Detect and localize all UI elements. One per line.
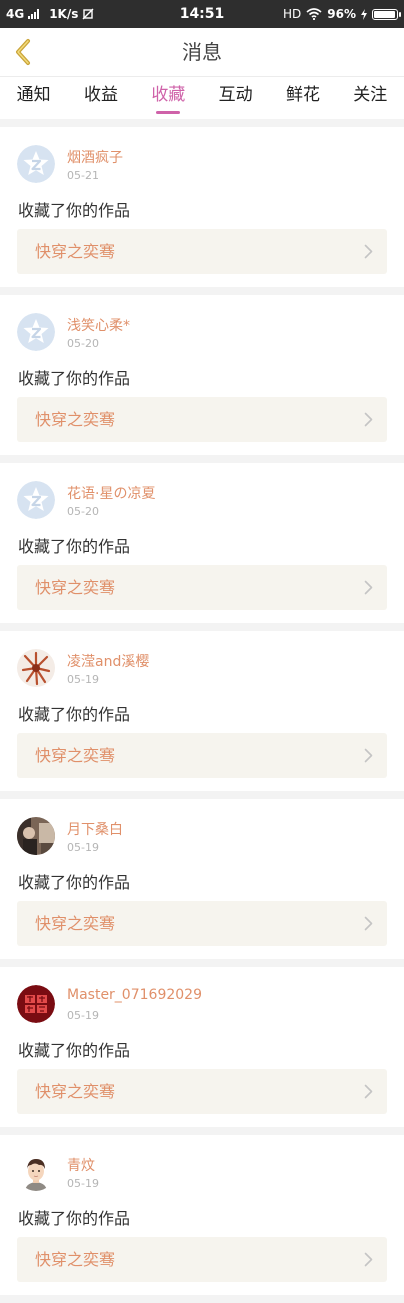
action-text: 收藏了你的作品 xyxy=(18,369,131,388)
avatar[interactable] xyxy=(17,1153,55,1191)
tab-label: 收藏 xyxy=(151,85,186,105)
action-text: 收藏了你的作品 xyxy=(18,537,131,556)
message-date: 05-21 xyxy=(67,169,99,182)
active-tab-indicator xyxy=(156,111,181,114)
message-date: 05-19 xyxy=(67,673,99,686)
tab-label: 通知 xyxy=(16,85,51,105)
page-title: 消息 xyxy=(182,40,222,64)
message-date: 05-20 xyxy=(67,337,99,350)
chevron-right-icon xyxy=(364,1084,373,1099)
message-list: 烟酒疯子 05-21 收藏了你的作品 快穿之奕骞 浅笑心柔* 05-20 收藏了你的作品 快穿… xyxy=(0,127,404,1303)
avatar[interactable] xyxy=(17,145,55,183)
work-title: 快穿之奕骞 xyxy=(35,1082,116,1101)
work-link[interactable]: 快穿之奕骞 xyxy=(17,901,387,946)
username[interactable]: 月下桑白 xyxy=(67,819,123,839)
tab-4[interactable]: 鲜花 xyxy=(269,77,336,119)
username[interactable]: Master_071692029 xyxy=(67,987,202,1003)
chevron-right-icon xyxy=(364,916,373,931)
action-text: 收藏了你的作品 xyxy=(18,705,131,724)
network-type: 4G xyxy=(6,7,25,21)
tab-bar: 通知 收益 收藏 互动 鲜花 关注 xyxy=(0,77,404,119)
action-text: 收藏了你的作品 xyxy=(18,201,131,220)
message-date: 05-19 xyxy=(67,1009,99,1022)
username[interactable]: 凌滢and溪樱 xyxy=(67,651,149,671)
work-link[interactable]: 快穿之奕骞 xyxy=(17,733,387,778)
work-link[interactable]: 快穿之奕骞 xyxy=(17,1237,387,1282)
work-title: 快穿之奕骞 xyxy=(35,242,116,261)
action-text: 收藏了你的作品 xyxy=(18,1041,131,1060)
mute-icon xyxy=(82,8,94,20)
network-speed: 1K/s xyxy=(49,7,79,21)
tab-label: 关注 xyxy=(353,85,388,105)
chevron-right-icon xyxy=(364,1252,373,1267)
message-card: 青炆 05-19 收藏了你的作品 快穿之奕骞 xyxy=(0,1135,404,1295)
avatar[interactable] xyxy=(17,817,55,855)
action-text: 收藏了你的作品 xyxy=(18,1209,131,1228)
message-card: 浅笑心柔* 05-20 收藏了你的作品 快穿之奕骞 xyxy=(0,295,404,455)
battery-percent: 96% xyxy=(327,7,356,21)
tab-label: 收益 xyxy=(83,85,118,105)
action-text: 收藏了你的作品 xyxy=(18,873,131,892)
battery-icon xyxy=(372,8,401,20)
username[interactable]: 花语·星の凉夏 xyxy=(67,483,155,503)
username[interactable]: 浅笑心柔* xyxy=(67,315,130,335)
message-card: 月下桑白 05-19 收藏了你的作品 快穿之奕骞 xyxy=(0,799,404,959)
tab-5[interactable]: 关注 xyxy=(337,77,404,119)
chevron-right-icon xyxy=(364,412,373,427)
work-title: 快穿之奕骞 xyxy=(35,578,116,597)
username[interactable]: 青炆 xyxy=(67,1155,95,1175)
wifi-icon xyxy=(306,8,322,20)
message-card: Master_071692029 05-19 收藏了你的作品 快穿之奕骞 xyxy=(0,967,404,1127)
charging-icon xyxy=(361,8,367,20)
app-header: 消息 xyxy=(0,28,404,77)
tab-label: 互动 xyxy=(218,85,253,105)
status-bar: 4G 1K/s 14:51 HD 96% xyxy=(0,0,404,28)
avatar[interactable] xyxy=(17,313,55,351)
chevron-right-icon xyxy=(364,748,373,763)
work-link[interactable]: 快穿之奕骞 xyxy=(17,1069,387,1114)
work-title: 快穿之奕骞 xyxy=(35,1250,116,1269)
work-title: 快穿之奕骞 xyxy=(35,914,116,933)
chevron-right-icon xyxy=(364,244,373,259)
avatar[interactable] xyxy=(17,649,55,687)
username[interactable]: 烟酒疯子 xyxy=(67,147,123,167)
message-date: 05-20 xyxy=(67,505,99,518)
message-card: 烟酒疯子 05-21 收藏了你的作品 快穿之奕骞 xyxy=(0,127,404,287)
chevron-right-icon xyxy=(364,580,373,595)
hd-indicator: HD xyxy=(283,7,302,21)
tab-3[interactable]: 互动 xyxy=(202,77,269,119)
message-card: 凌滢and溪樱 05-19 收藏了你的作品 快穿之奕骞 xyxy=(0,631,404,791)
message-card: 花语·星の凉夏 05-20 收藏了你的作品 快穿之奕骞 xyxy=(0,463,404,623)
message-date: 05-19 xyxy=(67,841,99,854)
signal-icon xyxy=(28,9,40,19)
work-link[interactable]: 快穿之奕骞 xyxy=(17,229,387,274)
avatar[interactable] xyxy=(17,985,55,1023)
avatar[interactable] xyxy=(17,481,55,519)
work-link[interactable]: 快穿之奕骞 xyxy=(17,565,387,610)
message-date: 05-19 xyxy=(67,1177,99,1190)
work-title: 快穿之奕骞 xyxy=(35,410,116,429)
work-title: 快穿之奕骞 xyxy=(35,746,116,765)
tab-0[interactable]: 通知 xyxy=(0,77,67,119)
tab-2[interactable]: 收藏 xyxy=(135,77,202,119)
tab-1[interactable]: 收益 xyxy=(67,77,134,119)
work-link[interactable]: 快穿之奕骞 xyxy=(17,397,387,442)
tab-label: 鲜花 xyxy=(285,85,320,105)
